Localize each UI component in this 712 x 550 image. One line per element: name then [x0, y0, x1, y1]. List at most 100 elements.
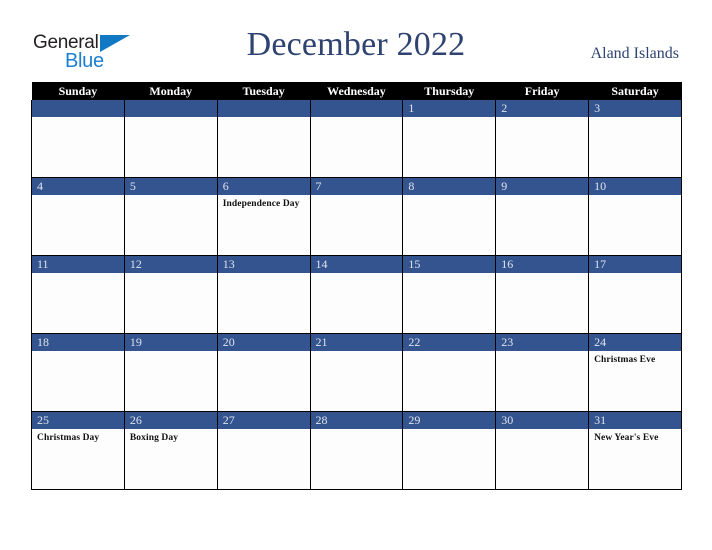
calendar-day-cell[interactable]: 14	[309, 255, 404, 334]
day-number: 1	[403, 100, 496, 117]
calendar-body: 1 2 3 4 5 6 Independence Day 7 8 9 10 11 12 13 14 15 16 1…	[31, 100, 682, 490]
calendar-day-cell[interactable]: 25 Christmas Day	[31, 411, 125, 490]
day-number: 21	[310, 334, 403, 351]
day-number	[124, 100, 217, 117]
day-number: 9	[496, 178, 589, 195]
day-content	[125, 273, 217, 332]
day-content	[32, 273, 124, 332]
calendar-day-cell[interactable]: 4	[31, 177, 125, 256]
day-number: 13	[217, 256, 310, 273]
day-number: 28	[310, 412, 403, 429]
calendar-day-cell[interactable]: 2	[495, 100, 590, 178]
day-number: 23	[496, 334, 589, 351]
calendar-day-cell[interactable]: 20	[216, 333, 311, 412]
calendar-day-cell[interactable]: 26 Boxing Day	[123, 411, 218, 490]
day-content	[589, 117, 681, 176]
day-number: 3	[589, 100, 681, 117]
day-number: 15	[403, 256, 496, 273]
calendar-day-cell[interactable]: 1	[402, 100, 497, 178]
calendar-day-cell[interactable]: 3	[588, 100, 682, 178]
day-number: 5	[124, 178, 217, 195]
calendar-day-cell[interactable]: 15	[402, 255, 497, 334]
holiday-label: Independence Day	[222, 199, 300, 209]
day-content	[218, 429, 310, 488]
holiday-label: Christmas Eve	[594, 355, 656, 365]
weekday-header-saturday: Saturday	[588, 82, 682, 100]
calendar-day-cell[interactable]: 29	[402, 411, 497, 490]
day-content	[125, 351, 217, 410]
holiday-label: New Year's Eve	[594, 433, 659, 443]
day-content	[496, 117, 588, 176]
calendar-day-cell[interactable]: 24 Christmas Eve	[588, 333, 682, 412]
calendar-day-cell[interactable]: 7	[309, 177, 404, 256]
day-content	[403, 273, 495, 332]
day-content	[496, 351, 588, 410]
day-content	[125, 117, 217, 176]
calendar-week-row: 123	[31, 100, 682, 178]
calendar-empty-cell	[123, 100, 218, 178]
day-content	[218, 117, 310, 176]
day-number: 22	[403, 334, 496, 351]
day-content: Independence Day	[218, 195, 310, 254]
day-content	[496, 429, 588, 488]
calendar-week-row: 18 19 20 21 22 23 24 Christmas Eve	[31, 333, 682, 412]
calendar-day-cell[interactable]: 10	[588, 177, 682, 256]
calendar-week-row: 11 12 13 14 15 16 17	[31, 255, 682, 334]
calendar-day-cell[interactable]: 6 Independence Day	[216, 177, 311, 256]
weekday-header-monday: Monday	[124, 82, 218, 100]
day-number: 7	[310, 178, 403, 195]
calendar-day-cell[interactable]: 27	[216, 411, 311, 490]
day-number: 11	[32, 256, 124, 273]
day-content	[311, 273, 403, 332]
calendar-day-cell[interactable]: 23	[495, 333, 590, 412]
day-number: 24	[589, 334, 681, 351]
day-content	[403, 429, 495, 488]
day-number: 4	[32, 178, 124, 195]
calendar-grid: Sunday Monday Tuesday Wednesday Thursday…	[31, 82, 682, 490]
calendar-day-cell[interactable]: 30	[495, 411, 590, 490]
calendar-week-row: 4 5 6 Independence Day 7 8 9 10	[31, 177, 682, 256]
day-content	[589, 273, 681, 332]
calendar-empty-cell	[309, 100, 404, 178]
calendar-day-cell[interactable]: 19	[123, 333, 218, 412]
day-number: 26	[124, 412, 217, 429]
day-content	[403, 117, 495, 176]
day-number: 18	[32, 334, 124, 351]
calendar-day-cell[interactable]: 28	[309, 411, 404, 490]
calendar-day-cell[interactable]: 12	[123, 255, 218, 334]
calendar-day-cell[interactable]: 22	[402, 333, 497, 412]
calendar-day-cell[interactable]: 13	[216, 255, 311, 334]
day-content	[32, 351, 124, 410]
calendar-day-cell[interactable]: 16	[495, 255, 590, 334]
page-header: General Blue December 2022 Aland Islands	[0, 0, 712, 82]
day-number: 20	[217, 334, 310, 351]
day-content	[218, 351, 310, 410]
calendar-day-cell[interactable]: 5	[123, 177, 218, 256]
calendar-page: General Blue December 2022 Aland Islands…	[0, 0, 712, 550]
day-number	[32, 100, 124, 117]
calendar-day-cell[interactable]: 18	[31, 333, 125, 412]
calendar-day-cell[interactable]: 21	[309, 333, 404, 412]
weekday-header-wednesday: Wednesday	[310, 82, 403, 100]
day-content	[125, 195, 217, 254]
day-number: 17	[589, 256, 681, 273]
calendar-day-cell[interactable]: 17	[588, 255, 682, 334]
day-number	[310, 100, 403, 117]
calendar-day-cell[interactable]: 31 New Year's Eve	[588, 411, 682, 490]
day-content	[496, 273, 588, 332]
day-number: 16	[496, 256, 589, 273]
day-content: New Year's Eve	[589, 429, 681, 488]
weekday-header-row: Sunday Monday Tuesday Wednesday Thursday…	[31, 82, 682, 100]
day-content	[496, 195, 588, 254]
calendar-day-cell[interactable]: 8	[402, 177, 497, 256]
holiday-label: Boxing Day	[129, 433, 179, 443]
calendar-day-cell[interactable]: 9	[495, 177, 590, 256]
holiday-label: Christmas Day	[37, 433, 100, 443]
day-content	[311, 351, 403, 410]
day-content	[589, 195, 681, 254]
calendar-day-cell[interactable]: 11	[31, 255, 125, 334]
day-content: Boxing Day	[125, 429, 217, 488]
day-number: 12	[124, 256, 217, 273]
day-content	[403, 351, 495, 410]
weekday-header-friday: Friday	[495, 82, 589, 100]
